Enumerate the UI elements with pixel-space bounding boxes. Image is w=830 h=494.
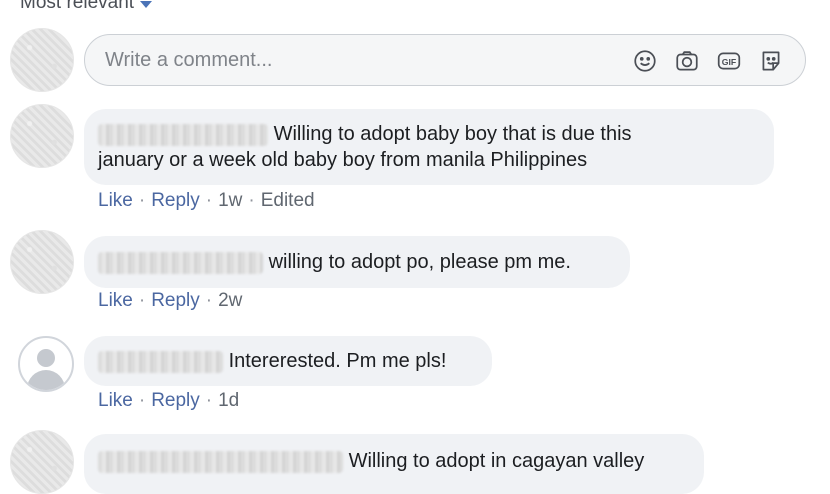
- commenter-name-redacted[interactable]: [98, 251, 263, 274]
- comment-actions: Like · Reply · 1w · Edited: [98, 190, 315, 212]
- separator: ·: [205, 390, 213, 411]
- camera-icon[interactable]: [673, 47, 701, 75]
- commenter-avatar[interactable]: [10, 104, 74, 168]
- comment-actions: Like · Reply · 1d: [98, 390, 239, 412]
- edited-label[interactable]: Edited: [261, 190, 315, 212]
- comment-bubble: Willing to adopt baby boy that is due th…: [84, 109, 774, 185]
- like-button[interactable]: Like: [98, 390, 133, 412]
- like-button[interactable]: Like: [98, 290, 133, 312]
- comment-timestamp[interactable]: 2w: [218, 290, 242, 312]
- reply-button[interactable]: Reply: [151, 390, 200, 412]
- comment-input[interactable]: Write a comment...: [105, 49, 272, 72]
- default-avatar-head: [37, 349, 55, 367]
- comment-composer[interactable]: Write a comment... GIF: [84, 34, 806, 86]
- separator: ·: [205, 190, 213, 211]
- default-avatar-body: [27, 370, 65, 390]
- sticker-icon[interactable]: [757, 47, 785, 75]
- chevron-down-icon: [140, 0, 153, 8]
- emoji-icon[interactable]: [631, 47, 659, 75]
- commenter-avatar[interactable]: [10, 430, 74, 494]
- commenter-avatar[interactable]: [18, 336, 74, 392]
- commenter-name-redacted[interactable]: [98, 123, 268, 146]
- gif-icon-label: GIF: [722, 57, 736, 67]
- comment-text-line2: january or a week old baby boy from mani…: [98, 149, 588, 171]
- separator: ·: [248, 190, 255, 211]
- current-user-avatar: [10, 28, 74, 92]
- separator: ·: [205, 290, 213, 311]
- comment-text: Willing to adopt in cagayan valley: [348, 450, 645, 472]
- comment-bubble: willing to adopt po, please pm me.: [84, 236, 630, 288]
- sort-dropdown[interactable]: Most relevant: [20, 0, 153, 14]
- comment-timestamp[interactable]: 1d: [218, 390, 239, 412]
- comment-text: Intererested. Pm me pls!: [228, 350, 447, 372]
- like-button[interactable]: Like: [98, 190, 133, 212]
- comment-bubble: Willing to adopt in cagayan valley: [84, 434, 704, 494]
- comment-timestamp[interactable]: 1w: [218, 190, 242, 212]
- comment-bubble: Intererested. Pm me pls!: [84, 336, 492, 386]
- commenter-name-redacted[interactable]: [98, 350, 223, 373]
- separator: ·: [138, 290, 146, 311]
- separator: ·: [138, 190, 146, 211]
- separator: ·: [138, 390, 146, 411]
- sort-label: Most relevant: [20, 0, 135, 13]
- comment-text: willing to adopt po, please pm me.: [268, 251, 571, 273]
- gif-icon[interactable]: GIF: [715, 47, 743, 75]
- commenter-name-redacted[interactable]: [98, 450, 343, 473]
- comment-actions: Like · Reply · 2w: [98, 290, 242, 312]
- reply-button[interactable]: Reply: [151, 190, 200, 212]
- reply-button[interactable]: Reply: [151, 290, 200, 312]
- commenter-avatar[interactable]: [10, 230, 74, 294]
- comment-text: Willing to adopt baby boy that is due th…: [273, 123, 632, 145]
